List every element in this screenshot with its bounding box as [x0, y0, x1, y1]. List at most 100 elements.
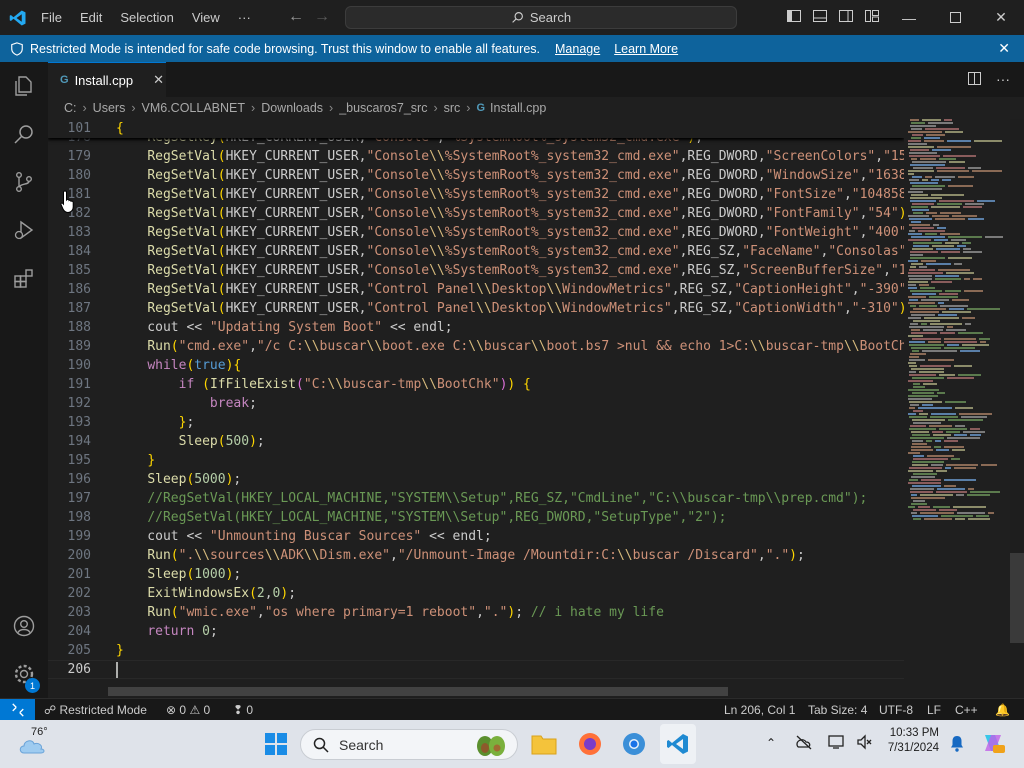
breadcrumb-item[interactable]: C: [64, 101, 77, 115]
minimap-line [935, 176, 955, 178]
end-of-line[interactable]: LF [927, 699, 941, 721]
breadcrumb-item[interactable]: Install.cpp [490, 101, 546, 115]
breadcrumb-item[interactable]: VM6.COLLABNET [142, 101, 246, 115]
breadcrumb-item[interactable]: _buscaros7_src [339, 101, 427, 115]
minimap-line [957, 512, 985, 514]
cursor-position[interactable]: Ln 206, Col 1 [724, 699, 795, 721]
network-off-icon[interactable] [795, 734, 813, 750]
extensions-icon[interactable] [0, 254, 48, 302]
minimap-line [956, 494, 964, 496]
breadcrumb-item[interactable]: Downloads [261, 101, 323, 115]
line-number: 188 [67, 320, 91, 335]
more-menu-icon[interactable]: ··· [229, 0, 260, 35]
code-editor[interactable]: 178 RegSetKey(HKEY_CURRENT_USER,"Console… [48, 119, 904, 697]
breadcrumb-item[interactable]: src [444, 101, 461, 115]
menu-view[interactable]: View [183, 0, 229, 35]
minimap-line [939, 509, 957, 511]
tab-size[interactable]: Tab Size: 4 [808, 699, 867, 721]
firefox-icon[interactable] [576, 730, 604, 758]
learn-more-link[interactable]: Learn More [614, 42, 678, 56]
minimap-line [919, 413, 928, 415]
vertical-scrollbar[interactable] [1010, 553, 1024, 643]
code-line: 203 Run("wmic.exe","os where primary=1 r… [48, 603, 904, 622]
minimap[interactable] [904, 119, 1010, 697]
code-text: Run("cmd.exe","/c C:\\buscar\\boot.exe C… [147, 339, 904, 354]
chrome-icon[interactable] [620, 730, 648, 758]
sticky-scroll-line[interactable]: 101 { [48, 119, 904, 138]
tab-install-cpp[interactable]: G Install.cpp ✕ [48, 62, 166, 97]
minimap-line [958, 374, 981, 376]
maximize-icon[interactable] [932, 0, 978, 35]
more-actions-icon[interactable]: ··· [996, 71, 1010, 89]
file-explorer-icon[interactable] [530, 730, 558, 758]
notifications-bell-icon[interactable]: 🔔 [995, 699, 1010, 721]
minimap-line [908, 215, 929, 217]
taskbar-search-box[interactable]: Search [300, 729, 518, 760]
minimap-line [934, 446, 941, 448]
minimap-line [913, 320, 940, 322]
ports-status[interactable]: ❢ 0 [233, 699, 253, 721]
minimap-line [908, 131, 942, 133]
toggle-primary-sidebar-icon[interactable] [786, 8, 802, 24]
menu-file[interactable]: File [35, 0, 71, 35]
minimap-line [941, 251, 960, 253]
customize-layout-icon[interactable] [864, 8, 880, 24]
toggle-panel-icon[interactable] [812, 8, 828, 24]
minimap-line [910, 119, 919, 121]
close-window-icon[interactable]: ✕ [978, 0, 1024, 35]
minimap-line [920, 365, 951, 367]
warning-count: 0 [203, 703, 211, 717]
split-editor-icon[interactable] [967, 71, 982, 89]
volume-muted-icon[interactable] [856, 734, 874, 750]
vscode-taskbar-icon[interactable] [660, 724, 696, 764]
notification-bell-icon[interactable] [949, 734, 965, 752]
minimap-line [912, 176, 922, 178]
search-icon[interactable] [0, 110, 48, 158]
code-line: 187 RegSetVal(HKEY_CURRENT_USER,"Control… [48, 299, 904, 318]
minimap-line [936, 449, 949, 451]
explorer-icon[interactable] [0, 62, 48, 110]
system-clock[interactable]: 10:33 PM 7/31/2024 [885, 727, 939, 754]
forward-arrow-icon[interactable]: → [314, 8, 330, 26]
language-mode[interactable]: C++ [955, 699, 978, 721]
manage-link[interactable]: Manage [555, 42, 600, 56]
menu-edit[interactable]: Edit [71, 0, 111, 35]
minimap-line [979, 338, 990, 340]
minimap-line [930, 416, 958, 418]
minimap-line [911, 332, 937, 334]
command-center-search[interactable]: Search [345, 6, 737, 29]
breadcrumb-item[interactable]: Users [93, 101, 126, 115]
display-icon[interactable] [828, 734, 846, 750]
minimap-line [911, 347, 941, 349]
close-banner-icon[interactable]: ✕ [998, 40, 1010, 57]
toggle-secondary-sidebar-icon[interactable] [838, 8, 854, 24]
close-tab-icon[interactable]: ✕ [153, 72, 164, 88]
run-and-debug-icon[interactable] [0, 206, 48, 254]
line-number: 201 [67, 567, 91, 582]
show-hidden-icons-chevron-icon[interactable]: ⌃ [766, 736, 776, 750]
menu-selection[interactable]: Selection [111, 0, 182, 35]
minimap-line [908, 452, 920, 454]
encoding[interactable]: UTF-8 [879, 699, 913, 721]
accounts-icon[interactable] [0, 602, 48, 650]
horizontal-scrollbar[interactable] [108, 687, 728, 696]
minimap-line [963, 206, 982, 208]
shield-icon: ☍ [44, 703, 57, 717]
restricted-mode-status[interactable]: ☍ Restricted Mode [44, 699, 147, 721]
manage-gear-icon[interactable]: 1 [0, 650, 48, 698]
minimap-line [935, 440, 941, 442]
minimap-line [925, 128, 959, 130]
remote-indicator-icon[interactable] [0, 699, 35, 721]
minimize-icon[interactable]: — [886, 0, 932, 35]
source-control-icon[interactable] [0, 158, 48, 206]
copilot-icon[interactable] [980, 730, 1006, 756]
minimap-line [912, 392, 934, 394]
minimap-line [936, 470, 947, 472]
windows-start-icon[interactable] [264, 732, 288, 756]
problems-status[interactable]: ⊗ 0 ⚠ 0 [166, 699, 210, 721]
minimap-line [911, 476, 935, 478]
minimap-line [954, 467, 976, 469]
minimap-line [908, 233, 922, 235]
minimap-line [945, 467, 951, 469]
back-arrow-icon[interactable]: ← [288, 8, 304, 26]
